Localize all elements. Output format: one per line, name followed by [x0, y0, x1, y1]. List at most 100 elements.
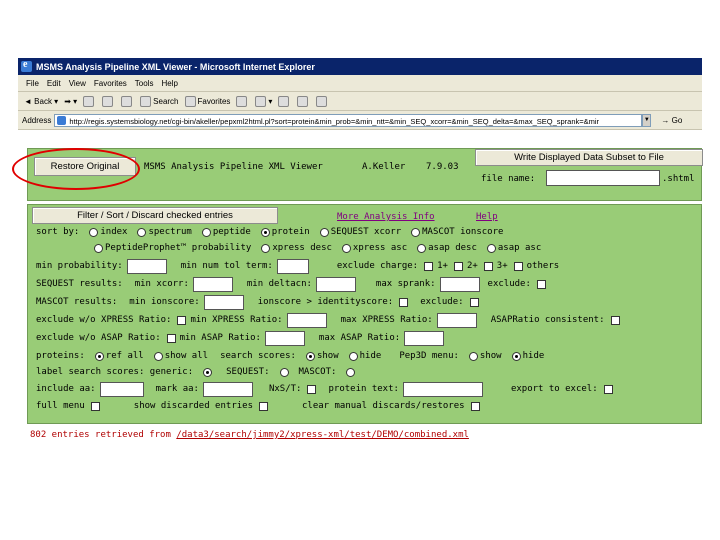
- sort-protein-radio[interactable]: [260, 227, 270, 237]
- mail-icon: [255, 95, 267, 107]
- min-xcorr-input[interactable]: [192, 276, 233, 292]
- label-generic-radio[interactable]: [203, 367, 213, 377]
- sort-index-radio[interactable]: [89, 227, 99, 237]
- filter-button[interactable]: Filter / Sort / Discard checked entries: [32, 207, 278, 224]
- home-icon: [121, 95, 133, 107]
- menu-view[interactable]: View: [69, 79, 86, 88]
- sort-asap-desc-radio[interactable]: [417, 243, 427, 253]
- sort-asap-asc-radio[interactable]: [486, 243, 496, 253]
- menu-favorites[interactable]: Favorites: [94, 79, 127, 88]
- refresh-button[interactable]: [102, 95, 115, 107]
- exclude-xpress-checkbox[interactable]: [177, 315, 187, 325]
- menu-help[interactable]: Help: [161, 79, 177, 88]
- back-button[interactable]: ◄ Back ▾: [24, 97, 58, 106]
- file-name-input[interactable]: [546, 170, 660, 186]
- mark-aa-input[interactable]: [202, 381, 253, 397]
- forward-button[interactable]: ➡ ▾: [64, 97, 77, 106]
- min-asap-input[interactable]: [264, 330, 305, 346]
- asap-consistent-checkbox[interactable]: [610, 315, 620, 325]
- back-label: Back: [34, 96, 52, 106]
- clear-manual-label: clear manual discards/restores: [302, 401, 465, 411]
- write-subset-button[interactable]: Write Displayed Data Subset to File: [475, 149, 703, 166]
- pep3d-show-radio[interactable]: [468, 351, 478, 361]
- scores-show-radio[interactable]: [305, 351, 315, 361]
- mark-aa-label: mark aa:: [155, 384, 199, 394]
- discuss-icon: [316, 95, 328, 107]
- min-deltacn-input[interactable]: [315, 276, 356, 292]
- min-probability-input[interactable]: [126, 258, 167, 274]
- charge-2-checkbox[interactable]: [453, 261, 463, 271]
- protein-text-input[interactable]: [402, 381, 483, 397]
- address-dropdown-icon[interactable]: ▼: [642, 113, 652, 127]
- label-mascot-label: MASCOT:: [298, 367, 337, 377]
- sequest-exclude-checkbox[interactable]: [536, 279, 546, 289]
- show-discarded-checkbox[interactable]: [259, 401, 268, 411]
- menu-tools[interactable]: Tools: [135, 79, 154, 88]
- sort-probability-radio[interactable]: [94, 243, 103, 253]
- charge-others-checkbox[interactable]: [513, 261, 523, 271]
- include-aa-input[interactable]: [99, 381, 144, 397]
- nxst-label: NxS/T:: [268, 384, 302, 394]
- menu-file[interactable]: File: [26, 79, 39, 88]
- charge-3-checkbox[interactable]: [483, 261, 493, 271]
- pep3d-hide-radio[interactable]: [511, 351, 521, 361]
- mascot-exclude-label: exclude:: [420, 297, 464, 307]
- mascot-exclude-checkbox[interactable]: [469, 297, 479, 307]
- sort-sequest-radio[interactable]: [319, 227, 329, 237]
- charge-1-checkbox[interactable]: [424, 261, 434, 271]
- home-button[interactable]: [121, 95, 134, 107]
- nxst-checkbox[interactable]: [307, 384, 317, 394]
- sort-spectrum-radio[interactable]: [137, 227, 147, 237]
- export-excel-checkbox[interactable]: [603, 384, 613, 394]
- full-menu-checkbox[interactable]: [90, 401, 100, 411]
- sort-xpress-desc-radio[interactable]: [261, 243, 271, 253]
- probability-row: min probability: min num tol term: exclu…: [36, 258, 563, 274]
- full-menu-label: full menu: [36, 401, 85, 411]
- min-ionscore-input[interactable]: [203, 294, 244, 310]
- sort-peptide-radio[interactable]: [201, 227, 211, 237]
- clear-manual-checkbox[interactable]: [470, 401, 480, 411]
- ref-all-radio[interactable]: [94, 351, 104, 361]
- scores-hide-radio[interactable]: [348, 351, 358, 361]
- go-arrow-icon: →: [661, 115, 670, 125]
- address-input[interactable]: http://regis.systemsbiology.net/cgi-bin/…: [54, 113, 643, 127]
- search-button[interactable]: Search: [140, 95, 179, 107]
- min-xpress-input[interactable]: [286, 312, 327, 328]
- max-xpress-input[interactable]: [436, 312, 477, 328]
- sort-spectrum-label: spectrum: [148, 227, 192, 237]
- xml-path-link[interactable]: /data3/search/jimmy2/xpress-xml/test/DEM…: [176, 430, 469, 440]
- stop-icon: [83, 95, 95, 107]
- menu-bar: File Edit View Favorites Tools Help: [18, 75, 702, 92]
- sort-by-label: sort by:: [36, 227, 80, 237]
- min-ntt-label: min num tol term:: [180, 261, 273, 271]
- max-asap-input[interactable]: [404, 330, 445, 346]
- menu-edit[interactable]: Edit: [47, 79, 61, 88]
- more-analysis-link[interactable]: More Analysis Info: [337, 212, 435, 222]
- discuss-button[interactable]: [316, 95, 329, 107]
- charge-2-label: 2+: [466, 261, 478, 271]
- ionscore-identity-checkbox[interactable]: [399, 297, 409, 307]
- label-mascot-radio[interactable]: [346, 367, 356, 377]
- go-button[interactable]: → Go: [661, 116, 682, 125]
- page-content: Restore Original MSMS Analysis Pipeline …: [18, 145, 703, 446]
- label-scores-row: label search scores: generic: SEQUEST: M…: [36, 365, 357, 379]
- favorites-button[interactable]: Favorites: [184, 95, 230, 107]
- help-link[interactable]: Help: [476, 212, 498, 222]
- asap-row: exclude w/o ASAP Ratio: min ASAP Ratio: …: [36, 330, 452, 346]
- history-button[interactable]: [236, 95, 249, 107]
- exclude-asap-label: exclude w/o ASAP Ratio:: [36, 333, 161, 343]
- print-button[interactable]: [278, 95, 291, 107]
- min-ntt-input[interactable]: [276, 258, 309, 274]
- show-all-radio[interactable]: [153, 351, 163, 361]
- exclude-asap-checkbox[interactable]: [166, 333, 176, 343]
- label-sequest-radio[interactable]: [279, 367, 289, 377]
- red-annotation-ellipse: [12, 148, 140, 190]
- min-xcorr-label: min xcorr:: [134, 279, 189, 289]
- stop-button[interactable]: [83, 95, 96, 107]
- mail-button[interactable]: ▾: [255, 95, 272, 107]
- edit-button[interactable]: [297, 95, 310, 107]
- sort-xpress-asc-radio[interactable]: [341, 243, 351, 253]
- min-ionscore-label: min ionscore:: [129, 297, 200, 307]
- sort-mascot-radio[interactable]: [411, 227, 421, 237]
- max-sprank-input[interactable]: [439, 276, 480, 292]
